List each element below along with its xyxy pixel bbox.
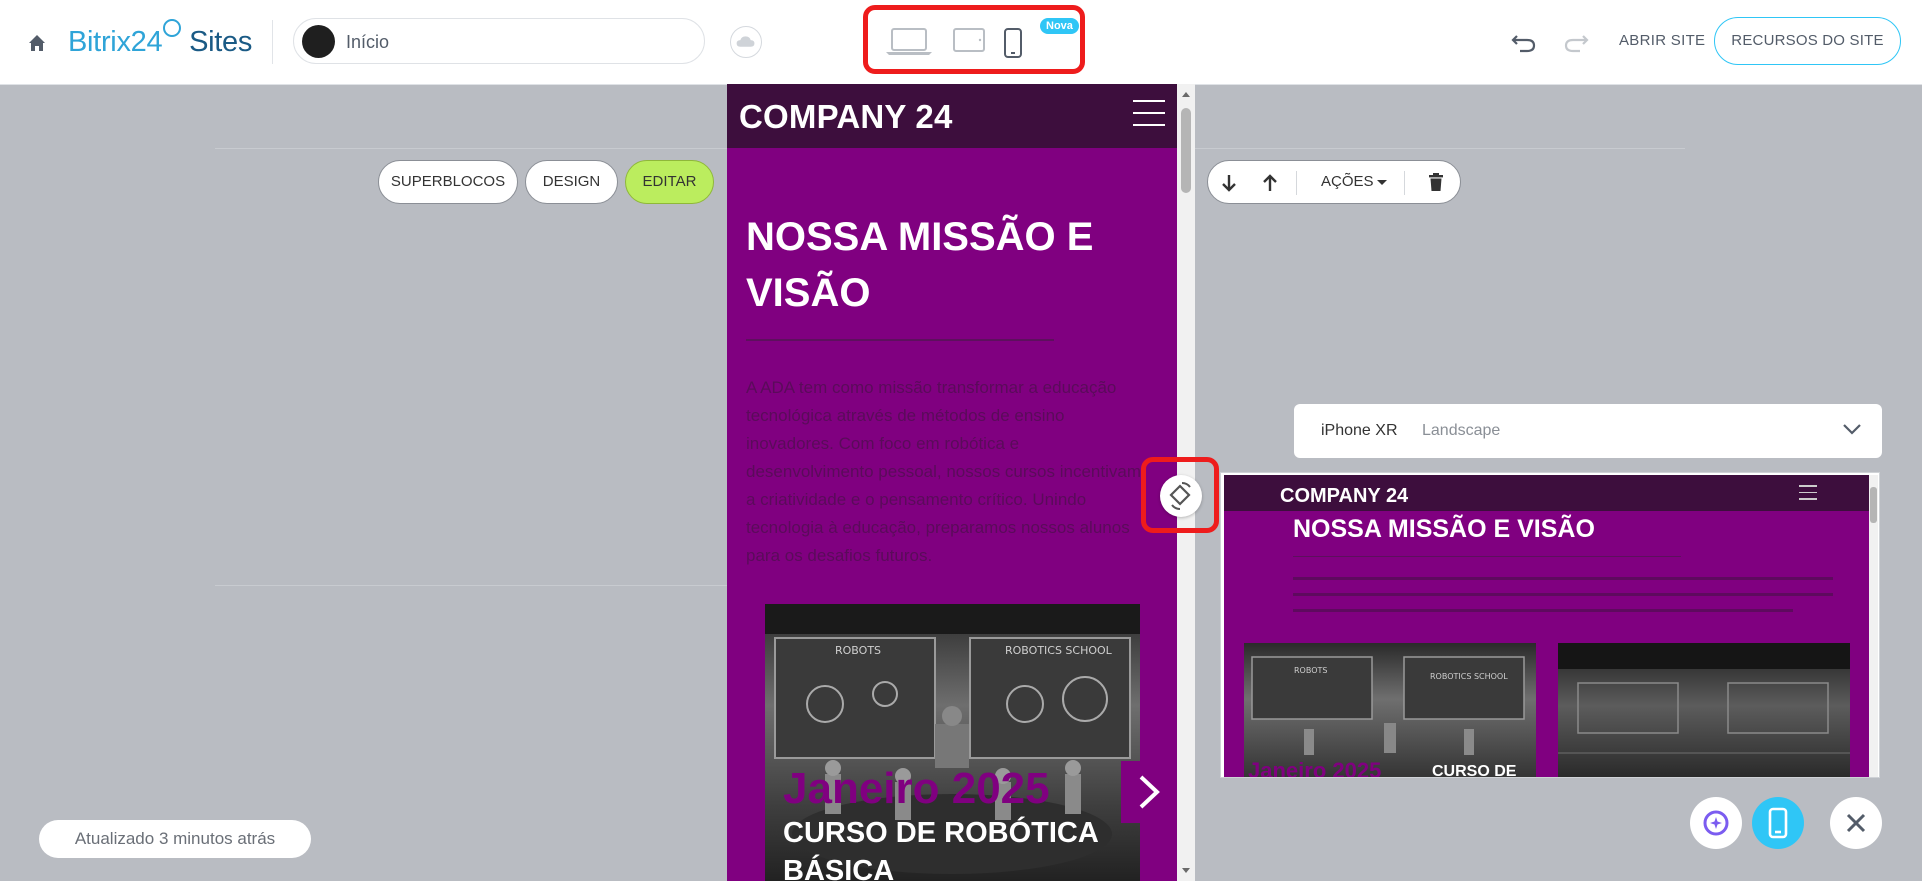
scroll-up-icon[interactable] (1181, 90, 1191, 98)
chevron-down-icon (1843, 424, 1861, 435)
site-header: COMPANY 24 (1224, 475, 1870, 511)
slider-next-button[interactable] (1121, 761, 1177, 823)
mobile-preview-frame[interactable]: COMPANY 24 NOSSA MISSÃO E VISÃO A ADA te… (727, 84, 1177, 881)
page-selector[interactable]: Início (293, 18, 705, 64)
image-sign: ROBOTS (1294, 666, 1327, 675)
device-orientation: Landscape (1422, 422, 1501, 439)
text-line (1293, 577, 1833, 580)
device-switcher: Nova (863, 5, 1085, 74)
event-title: CURSO DE (1432, 763, 1517, 777)
image-sign: ROBOTICS SCHOOL (1430, 672, 1508, 681)
event-date: Janeiro 2025 (783, 764, 1050, 813)
event-date: Janeiro 2025 (1248, 758, 1382, 777)
brand-product: Sites (189, 26, 253, 58)
scroll-down-icon[interactable] (1181, 867, 1191, 875)
mobile-preview-toggle-button[interactable] (1752, 797, 1804, 849)
site-logo[interactable]: COMPANY 24 (739, 98, 953, 136)
divider (272, 20, 273, 64)
landscape-preview-page: COMPANY 24 NOSSA MISSÃO E VISÃO ROBOTS R… (1224, 475, 1870, 777)
actions-menu[interactable]: AÇÕES (1321, 173, 1374, 190)
robotics-classroom-image: ROBOTS ROBOTICS SCHOOL (1244, 643, 1536, 777)
move-up-icon[interactable] (1261, 173, 1279, 193)
trash-icon[interactable] (1428, 172, 1444, 192)
new-badge: Nova (1040, 18, 1079, 34)
landscape-preview-frame[interactable]: COMPANY 24 NOSSA MISSÃO E VISÃO ROBOTS R… (1220, 472, 1880, 778)
close-preview-button[interactable] (1830, 797, 1882, 849)
device-selector[interactable]: iPhone XR Landscape (1294, 404, 1882, 458)
device-name: iPhone XR (1321, 422, 1398, 439)
cloud-icon[interactable] (730, 26, 762, 58)
rotate-device-button[interactable] (1160, 475, 1202, 517)
mobile-phone-icon (1768, 807, 1788, 839)
divider (1404, 171, 1405, 195)
image-sign: ROBOTICS SCHOOL (1005, 644, 1113, 657)
divider (1296, 171, 1297, 195)
event-title: CURSO DE ROBÓTICA BÁSICA (783, 817, 1098, 881)
last-updated-status: Atualizado 3 minutos atrás (39, 820, 311, 858)
top-bar: Bitrix24 Sites Início Nova ABRIR SITE RE… (0, 0, 1922, 85)
scrollbar-thumb[interactable] (1181, 108, 1191, 193)
image-sign: ROBOTS (835, 644, 881, 657)
menu-icon (1799, 485, 1817, 505)
page-selector-label: Início (346, 32, 390, 52)
redo-icon[interactable] (1562, 30, 1590, 54)
copilot-button[interactable] (1690, 797, 1742, 849)
venue-illustration (1558, 643, 1850, 754)
title-underline (746, 339, 1054, 341)
superblocks-button[interactable]: SUPERBLOCOS (378, 160, 518, 204)
text-line (1293, 609, 1793, 612)
brand-logo[interactable]: Bitrix24 Sites (68, 19, 253, 60)
title-underline (1293, 556, 1681, 557)
classroom-illustration: ROBOTS ROBOTICS SCHOOL (1251, 656, 1525, 755)
block-guide-line (215, 148, 727, 149)
move-down-icon[interactable] (1220, 173, 1238, 193)
scrollbar-thumb[interactable] (1870, 487, 1877, 523)
edit-button[interactable]: EDITAR (625, 160, 714, 204)
site-resources-button[interactable]: RECURSOS DO SITE (1714, 17, 1901, 65)
event-venue-image (1558, 643, 1850, 777)
open-site-link[interactable]: ABRIR SITE (1619, 32, 1705, 49)
text-line (1293, 593, 1833, 596)
landscape-scrollbar[interactable] (1869, 475, 1878, 777)
laptop-icon[interactable] (884, 26, 934, 58)
home-icon[interactable] (26, 32, 48, 54)
brand-name: Bitrix24 (68, 26, 163, 58)
site-logo: COMPANY 24 (1280, 485, 1409, 507)
rotate-icon (1169, 482, 1191, 510)
tablet-icon[interactable] (952, 26, 986, 56)
block-actions-toolbar: AÇÕES (1207, 160, 1461, 204)
site-header: COMPANY 24 (727, 84, 1177, 148)
block-guide-line (1195, 148, 1685, 149)
undo-icon[interactable] (1510, 30, 1538, 54)
section-text: A ADA tem como missão transformar a educ… (746, 378, 1141, 565)
section-title: NOSSA MISSÃO E VISÃO (746, 215, 1094, 315)
page-avatar (302, 25, 335, 58)
copilot-icon (1703, 810, 1729, 836)
clock-icon (163, 19, 182, 37)
chevron-right-icon (1139, 775, 1160, 809)
rotate-highlight (1141, 457, 1219, 533)
design-button[interactable]: DESIGN (525, 160, 618, 204)
chevron-down-icon[interactable] (1376, 179, 1388, 187)
close-icon (1846, 813, 1866, 833)
section-title: NOSSA MISSÃO E VISÃO (1293, 515, 1595, 543)
mobile-phone-icon[interactable] (1002, 27, 1024, 59)
menu-icon[interactable] (1133, 100, 1165, 126)
block-guide-line (215, 585, 727, 586)
